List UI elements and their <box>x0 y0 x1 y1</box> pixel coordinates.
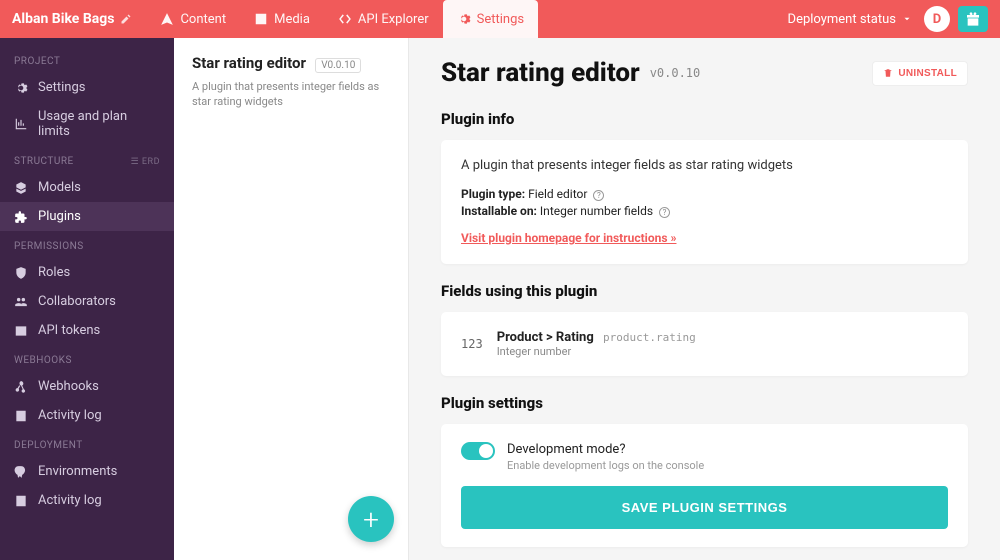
plugin-desc: A plugin that presents integer fields as… <box>461 158 948 173</box>
sidebar-item-models[interactable]: Models <box>0 173 174 202</box>
help-icon[interactable]: ? <box>659 207 670 218</box>
hook-icon <box>14 380 28 394</box>
item-label: Plugins <box>38 209 81 224</box>
chart-icon <box>14 117 28 131</box>
key-icon <box>14 324 28 338</box>
deployment-status[interactable]: Deployment status <box>788 12 912 27</box>
sidebar-item-roles[interactable]: Roles <box>0 258 174 287</box>
settings-card: Development mode? Enable development log… <box>441 424 968 547</box>
toggle-sub: Enable development logs on the console <box>507 459 704 472</box>
sidebar: PROJECT Settings Usage and plan limits S… <box>0 38 174 560</box>
nav-label: Settings <box>477 12 524 27</box>
sidebar-item-activity-2[interactable]: Activity log <box>0 486 174 515</box>
trash-icon <box>883 68 893 78</box>
group-deployment: DEPLOYMENT <box>0 430 174 457</box>
save-settings-button[interactable]: SAVE PLUGIN SETTINGS <box>461 486 948 529</box>
log-icon <box>14 494 28 508</box>
site-name[interactable]: Alban Bike Bags <box>12 11 114 27</box>
edit-icon[interactable] <box>120 13 132 25</box>
plugin-info-card: A plugin that presents integer fields as… <box>441 140 968 264</box>
plugin-type-row: Plugin type: Field editor ? <box>461 187 948 201</box>
group-structure: STRUCTURE☰ ERD <box>0 146 174 173</box>
page-version: v0.0.10 <box>650 66 701 80</box>
item-label: Activity log <box>38 408 102 423</box>
main-header: Star rating editor v0.0.10 UNINSTALL <box>441 58 968 88</box>
nav-content[interactable]: Content <box>146 0 240 38</box>
item-label: Roles <box>38 265 70 280</box>
sidebar-item-plugins[interactable]: Plugins <box>0 202 174 231</box>
nav-label: API Explorer <box>358 12 429 27</box>
section-fields: Fields using this plugin <box>441 282 968 300</box>
item-label: Activity log <box>38 493 102 508</box>
field-path: Product > Rating <box>497 330 594 345</box>
toggle-label: Development mode? <box>507 442 704 457</box>
deploy-label: Deployment status <box>788 12 896 27</box>
gear-icon <box>457 12 471 26</box>
group-project: PROJECT <box>0 46 174 73</box>
item-label: Collaborators <box>38 294 116 309</box>
erd-badge[interactable]: ☰ ERD <box>131 157 160 167</box>
code-icon <box>338 12 352 26</box>
field-code: product.rating <box>603 331 696 344</box>
section-settings: Plugin settings <box>441 394 968 412</box>
sidebar-item-activity[interactable]: Activity log <box>0 401 174 430</box>
top-nav: Content Media API Explorer Settings <box>146 0 538 38</box>
nav-label: Media <box>274 12 310 27</box>
chevron-down-icon <box>902 14 912 24</box>
dev-mode-row: Development mode? Enable development log… <box>461 442 948 472</box>
topbar: Alban Bike Bags Content Media API Explor… <box>0 0 1000 38</box>
nav-label: Content <box>180 12 226 27</box>
sidebar-item-usage[interactable]: Usage and plan limits <box>0 102 174 146</box>
image-icon <box>254 12 268 26</box>
sidebar-item-settings[interactable]: Settings <box>0 73 174 102</box>
rocket-icon <box>14 465 28 479</box>
item-label: Usage and plan limits <box>38 109 160 139</box>
plugin-item-title: Star rating editor <box>192 54 306 72</box>
sidebar-item-environments[interactable]: Environments <box>0 457 174 486</box>
main-content: Star rating editor v0.0.10 UNINSTALL Plu… <box>409 38 1000 560</box>
users-icon <box>14 295 28 309</box>
uninstall-button[interactable]: UNINSTALL <box>872 61 968 86</box>
add-plugin-fab[interactable]: + <box>348 496 394 542</box>
gear-icon <box>14 81 28 95</box>
sidebar-item-webhooks[interactable]: Webhooks <box>0 372 174 401</box>
pen-icon <box>160 12 174 26</box>
puzzle-icon <box>14 210 28 224</box>
uninstall-label: UNINSTALL <box>898 68 957 79</box>
sidebar-item-tokens[interactable]: API tokens <box>0 316 174 345</box>
plugin-list-item[interactable]: Star rating editor V0.0.10 A plugin that… <box>192 54 390 110</box>
help-icon[interactable]: ? <box>593 190 604 201</box>
cubes-icon <box>14 181 28 195</box>
field-type: Integer number <box>497 345 696 358</box>
avatar[interactable]: D <box>924 6 950 32</box>
field-row[interactable]: 123 Product > Rating product.rating Inte… <box>441 312 968 376</box>
item-label: Webhooks <box>38 379 99 394</box>
gift-icon <box>965 11 981 27</box>
item-label: Settings <box>38 80 85 95</box>
homepage-link[interactable]: Visit plugin homepage for instructions » <box>461 231 676 245</box>
plugin-list-pane: Star rating editor V0.0.10 A plugin that… <box>174 38 409 560</box>
group-permissions: PERMISSIONS <box>0 231 174 258</box>
group-webhooks: WEBHOOKS <box>0 345 174 372</box>
installable-row: Installable on: Integer number fields ? <box>461 204 948 218</box>
field-type-icon: 123 <box>461 337 483 351</box>
plugin-item-version: V0.0.10 <box>315 58 361 73</box>
plugin-item-desc: A plugin that presents integer fields as… <box>192 79 390 110</box>
dev-mode-toggle[interactable] <box>461 442 495 460</box>
nav-settings[interactable]: Settings <box>443 0 538 38</box>
nav-api[interactable]: API Explorer <box>324 0 443 38</box>
gift-button[interactable] <box>958 6 988 32</box>
page-title: Star rating editor <box>441 58 640 88</box>
nav-media[interactable]: Media <box>240 0 324 38</box>
item-label: API tokens <box>38 323 100 338</box>
item-label: Environments <box>38 464 117 479</box>
sidebar-item-collaborators[interactable]: Collaborators <box>0 287 174 316</box>
shield-icon <box>14 266 28 280</box>
section-plugin-info: Plugin info <box>441 110 968 128</box>
log-icon <box>14 409 28 423</box>
item-label: Models <box>38 180 81 195</box>
